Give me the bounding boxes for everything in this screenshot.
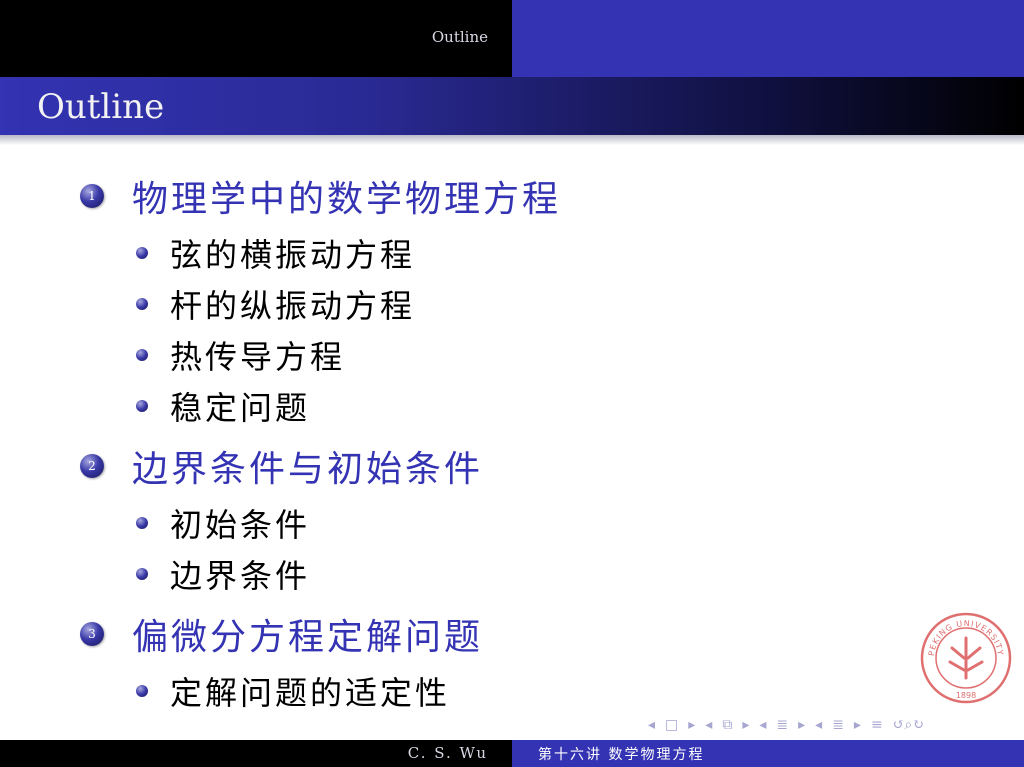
subsection-next-icon[interactable]: ▸ <box>742 717 749 733</box>
subsection-title[interactable]: 定解问题的适定性 <box>170 668 450 714</box>
section-number-ball: 3 <box>80 622 104 646</box>
subsection-title[interactable]: 杆的纵振动方程 <box>170 281 415 327</box>
list-item[interactable]: 定解问题的适定性 <box>80 665 900 716</box>
subsection-title[interactable]: 热传导方程 <box>170 332 345 378</box>
outline-section-3: 3 偏微分方程定解问题 定解问题的适定性 <box>80 603 900 716</box>
frame-title: Outline <box>37 87 165 127</box>
bullet-icon <box>136 348 148 361</box>
section-heading[interactable]: 2 边界条件与初始条件 <box>80 435 900 497</box>
subsection-title[interactable]: 稳定问题 <box>170 383 310 429</box>
subsection-list: 定解问题的适定性 <box>80 665 900 716</box>
subsec-next-icon[interactable]: ▸ <box>854 717 861 733</box>
bullet-icon <box>136 684 148 697</box>
outline-section-1: 1 物理学中的数学物理方程 弦的横振动方程 杆的纵振动方程 热传导方程 稳定问题 <box>80 165 900 431</box>
list-item[interactable]: 弦的横振动方程 <box>80 227 900 278</box>
section-title[interactable]: 边界条件与初始条件 <box>132 440 483 492</box>
outline-content: 1 物理学中的数学物理方程 弦的横振动方程 杆的纵振动方程 热传导方程 稳定问题… <box>80 165 900 720</box>
section-title[interactable]: 物理学中的数学物理方程 <box>132 170 561 222</box>
subsection-list: 弦的横振动方程 杆的纵振动方程 热传导方程 稳定问题 <box>80 227 900 431</box>
frame-prev-icon[interactable]: ◂ <box>648 717 655 733</box>
section-title[interactable]: 偏微分方程定解问题 <box>132 608 483 660</box>
svg-text:1898: 1898 <box>956 691 976 700</box>
list-item[interactable]: 稳定问题 <box>80 380 900 431</box>
section-icon[interactable]: ≣ <box>776 717 788 733</box>
list-item[interactable]: 热传导方程 <box>80 329 900 380</box>
beamer-navigation: ◂ □ ▸ ◂ ⧉ ▸ ◂ ≣ ▸ ◂ ≣ ▸ ≡ ↺⌕↻ <box>648 714 1018 736</box>
section-heading[interactable]: 1 物理学中的数学物理方程 <box>80 165 900 227</box>
search-icon[interactable]: ↺⌕↻ <box>893 717 924 733</box>
title-shadow <box>0 135 1024 145</box>
author-name: C. S. Wu <box>407 744 488 762</box>
bullet-icon <box>136 567 148 580</box>
subsec-icon[interactable]: ≣ <box>832 717 844 733</box>
headline-right <box>512 0 1024 77</box>
section-number-ball: 1 <box>80 184 104 208</box>
section-heading[interactable]: 3 偏微分方程定解问题 <box>80 603 900 665</box>
footline-right: 第十六讲 数学物理方程 <box>512 740 1024 767</box>
subsection-list: 初始条件 边界条件 <box>80 497 900 599</box>
list-item[interactable]: 杆的纵振动方程 <box>80 278 900 329</box>
section-label[interactable]: Outline <box>432 28 488 46</box>
headline-left: Outline <box>0 0 512 77</box>
footline: C. S. Wu 第十六讲 数学物理方程 <box>0 740 1024 767</box>
document-align-icon[interactable]: ≡ <box>871 717 883 733</box>
outline-section-2: 2 边界条件与初始条件 初始条件 边界条件 <box>80 435 900 599</box>
section-prev-icon[interactable]: ◂ <box>759 717 766 733</box>
bullet-icon <box>136 516 148 529</box>
footline-left: C. S. Wu <box>0 740 512 767</box>
frame-title-bar: Outline <box>0 77 1024 135</box>
section-next-icon[interactable]: ▸ <box>798 717 805 733</box>
frame-icon[interactable]: □ <box>665 717 678 733</box>
university-seal-logo: PEKING UNIVERSITY 1898 <box>920 612 1012 704</box>
frame-next-icon[interactable]: ▸ <box>688 717 695 733</box>
subsection-frames-icon[interactable]: ⧉ <box>722 717 732 733</box>
subsection-title[interactable]: 边界条件 <box>170 551 310 597</box>
lecture-title: 第十六讲 数学物理方程 <box>538 747 705 763</box>
bullet-icon <box>136 399 148 412</box>
subsection-title[interactable]: 初始条件 <box>170 500 310 546</box>
bullet-icon <box>136 297 148 310</box>
list-item[interactable]: 初始条件 <box>80 497 900 548</box>
subsection-prev-icon[interactable]: ◂ <box>705 717 712 733</box>
subsec-prev-icon[interactable]: ◂ <box>815 717 822 733</box>
subsection-title[interactable]: 弦的横振动方程 <box>170 230 415 276</box>
section-number-ball: 2 <box>80 454 104 478</box>
list-item[interactable]: 边界条件 <box>80 548 900 599</box>
bullet-icon <box>136 246 148 259</box>
headline-bar: Outline <box>0 0 1024 77</box>
